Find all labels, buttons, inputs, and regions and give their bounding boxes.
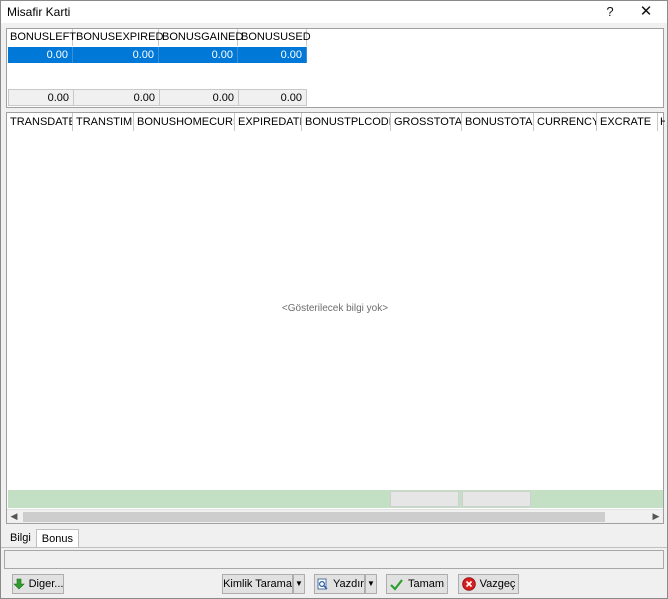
column-header-bonusexpired[interactable]: BONUSEXPIRED xyxy=(73,29,163,46)
column-header-expiredate[interactable]: EXPIREDATE xyxy=(235,113,302,131)
transactions-footer xyxy=(8,490,663,508)
footer-cell-bonustotal xyxy=(462,491,531,507)
kimlik-tarama-button[interactable]: Kimlik Tarama xyxy=(222,574,293,594)
bonus-summary-totals: 0.00 0.00 0.00 0.00 xyxy=(8,89,307,106)
column-header-transdate[interactable]: TRANSDATE xyxy=(7,113,73,131)
horizontal-scrollbar[interactable]: ◀ ▶ xyxy=(7,509,663,523)
green-down-arrow-icon xyxy=(12,577,25,591)
table-row[interactable]: 0.00 0.00 0.00 0.00 xyxy=(8,47,307,63)
yazdir-button[interactable]: Yazdır xyxy=(314,574,365,594)
kimlik-tarama-label: Kimlik Tarama xyxy=(223,578,292,590)
tab-bonus[interactable]: Bonus xyxy=(35,529,79,548)
help-button[interactable]: ? xyxy=(593,1,627,23)
scrollbar-thumb[interactable] xyxy=(23,512,605,522)
tab-bilgi[interactable]: Bilgi xyxy=(5,529,36,548)
title-bar: Misafir Karti ? ✕ xyxy=(1,1,667,23)
column-header-bonusgained[interactable]: BONUSGAINED xyxy=(159,29,243,46)
column-header-transtime[interactable]: TRANSTIME xyxy=(73,113,134,131)
diger-label: Diger... xyxy=(28,578,64,590)
tab-strip: Bilgi Bonus xyxy=(5,529,79,548)
print-preview-icon xyxy=(315,577,329,591)
column-header-bonustplcode[interactable]: BONUSTPLCODE xyxy=(302,113,391,131)
cell-bonusused[interactable]: 0.00 xyxy=(238,47,307,63)
column-header-bonusused[interactable]: BONUSUSED xyxy=(238,29,311,46)
yazdir-label: Yazdır xyxy=(333,578,364,590)
vazgec-button[interactable]: Vazgeç xyxy=(458,574,519,594)
tamam-button[interactable]: Tamam xyxy=(386,574,448,594)
bonus-summary-header: BONUSLEFT BONUSEXPIRED BONUSGAINED BONUS… xyxy=(7,29,311,46)
column-header-excrate[interactable]: EXCRATE xyxy=(597,113,658,131)
total-bonusexpired: 0.00 xyxy=(73,89,160,106)
close-button[interactable]: ✕ xyxy=(629,1,663,23)
column-header-currency[interactable]: CURRENCY xyxy=(534,113,597,131)
diger-button[interactable]: Diger... xyxy=(12,574,64,594)
vazgec-label: Vazgeç xyxy=(479,578,516,590)
total-bonusleft: 0.00 xyxy=(8,89,74,106)
column-header-truncated[interactable]: H xyxy=(658,113,665,131)
empty-grid-message: <Gösterilecek bilgi yok> xyxy=(281,303,389,314)
bonus-summary-grid[interactable]: BONUSLEFT BONUSEXPIRED BONUSGAINED BONUS… xyxy=(6,28,664,108)
scroll-right-icon[interactable]: ▶ xyxy=(649,510,663,524)
scroll-left-icon[interactable]: ◀ xyxy=(7,510,21,524)
column-header-bonusleft[interactable]: BONUSLEFT xyxy=(7,29,76,46)
transactions-header: TRANSDATE TRANSTIME BONUSHOMECURR EXPIRE… xyxy=(7,113,665,131)
total-bonusused: 0.00 xyxy=(238,89,307,106)
yazdir-dropdown-icon[interactable]: ▼ xyxy=(365,574,377,594)
transactions-grid[interactable]: TRANSDATE TRANSTIME BONUSHOMECURR EXPIRE… xyxy=(6,112,665,524)
column-header-bonushomecurr[interactable]: BONUSHOMECURR xyxy=(134,113,235,131)
kimlik-tarama-dropdown-icon[interactable]: ▼ xyxy=(293,574,305,594)
footer-cell-grosstotal xyxy=(390,491,459,507)
total-bonusgained: 0.00 xyxy=(159,89,239,106)
tab-divider xyxy=(1,547,667,548)
misafir-karti-window: Misafir Karti ? ✕ BONUSLEFT BONUSEXPIRED… xyxy=(0,0,668,599)
green-check-icon xyxy=(390,577,404,591)
cell-bonusexpired[interactable]: 0.00 xyxy=(73,47,159,63)
window-title: Misafir Karti xyxy=(7,5,71,19)
cell-bonusgained[interactable]: 0.00 xyxy=(159,47,238,63)
red-cancel-icon xyxy=(461,577,476,591)
column-header-bonustotal[interactable]: BONUSTOTAL xyxy=(462,113,534,131)
column-header-grosstotal[interactable]: GROSSTOTAL xyxy=(391,113,462,131)
info-bar xyxy=(4,550,664,569)
cell-bonusleft[interactable]: 0.00 xyxy=(8,47,73,63)
tamam-label: Tamam xyxy=(407,578,445,590)
